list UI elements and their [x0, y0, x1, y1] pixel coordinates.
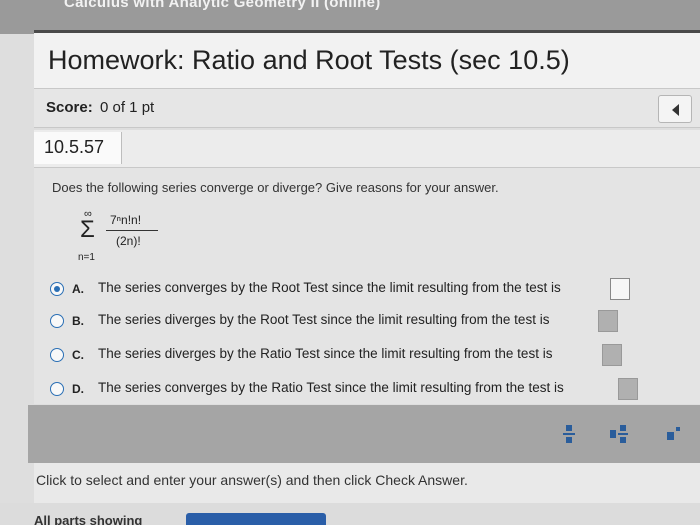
fraction-bar [106, 230, 158, 231]
instruction-text: Click to select and enter your answer(s)… [36, 472, 468, 488]
check-answer-button[interactable] [186, 513, 326, 525]
math-toolbar [28, 405, 700, 463]
radio-button[interactable] [50, 314, 64, 328]
homework-header: Homework: Ratio and Root Tests (sec 10.5… [34, 30, 700, 88]
answer-input-box[interactable] [598, 310, 618, 332]
option-text: The series converges by the Ratio Test s… [98, 380, 564, 395]
question-prompt: Does the following series converge or di… [52, 180, 499, 195]
instruction-bar: Click to select and enter your answer(s)… [34, 463, 700, 503]
mixed-number-icon[interactable] [608, 423, 630, 445]
option-d[interactable]: D. The series converges by the Ratio Tes… [50, 376, 670, 404]
homework-title: Homework: Ratio and Root Tests (sec 10.5… [48, 45, 570, 75]
answer-input-box[interactable] [618, 378, 638, 400]
fraction-icon[interactable] [558, 423, 580, 445]
previous-question-button[interactable] [658, 95, 692, 123]
option-a[interactable]: A. The series converges by the Root Test… [50, 276, 670, 304]
score-bar: Score: 0 of 1 pt [34, 88, 700, 128]
question-number: 10.5.57 [34, 132, 122, 164]
answer-input-box[interactable] [610, 278, 630, 300]
option-b[interactable]: B. The series diverges by the Root Test … [50, 308, 670, 336]
option-text: The series diverges by the Ratio Test si… [98, 346, 553, 361]
option-c[interactable]: C. The series diverges by the Ratio Test… [50, 342, 670, 370]
radio-button[interactable] [50, 382, 64, 396]
series-expression: ∞ Σ 7ⁿn!n! (2n)! n=1 [74, 208, 204, 268]
exponent-icon[interactable] [662, 423, 684, 445]
score-label: Score: [46, 99, 93, 116]
answer-input-box[interactable] [602, 344, 622, 366]
question-number-bar: 10.5.57 [34, 130, 700, 168]
course-title: Calculus with Analytic Geometry II (onli… [64, 0, 381, 11]
top-banner: Calculus with Analytic Geometry II (onli… [0, 0, 700, 34]
option-letter: B. [72, 314, 84, 328]
option-text: The series converges by the Root Test si… [98, 280, 561, 295]
radio-button[interactable] [50, 348, 64, 362]
option-text: The series diverges by the Root Test sin… [98, 312, 550, 327]
series-denominator: (2n)! [116, 234, 141, 248]
score-value: 0 of 1 pt [100, 99, 155, 116]
bottom-strip: All parts showing [0, 503, 700, 525]
radio-button[interactable] [50, 282, 64, 296]
sigma-symbol: Σ [80, 216, 95, 243]
series-lower-limit: n=1 [78, 252, 95, 263]
option-letter: C. [72, 348, 84, 362]
all-parts-showing-label: All parts showing [34, 513, 143, 525]
question-area: Does the following series converge or di… [34, 168, 700, 404]
arrow-left-icon [672, 104, 679, 116]
option-letter: A. [72, 282, 84, 296]
option-letter: D. [72, 382, 84, 396]
series-numerator: 7ⁿn!n! [110, 213, 142, 227]
